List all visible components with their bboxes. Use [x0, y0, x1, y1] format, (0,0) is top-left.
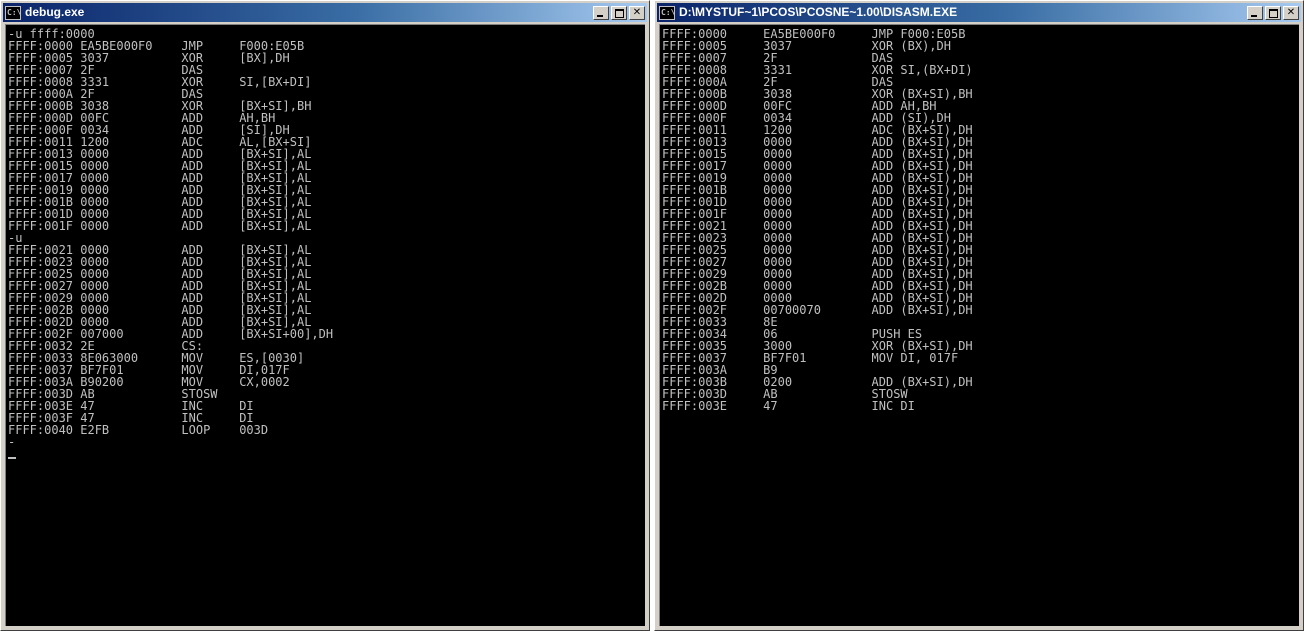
close-button[interactable]: ✕: [1283, 5, 1299, 20]
maximize-button[interactable]: [611, 5, 627, 20]
console-line: FFFF:0040 E2FB LOOP 003D: [8, 423, 269, 437]
minimize-button[interactable]: [593, 5, 609, 20]
console-line: FFFF:003E 47 INC DI: [662, 399, 915, 413]
disasm-window-titlebar[interactable]: C:\ D:\MYSTUF~1\PCOS\PCOSNE~1.00\DISASM.…: [657, 3, 1301, 22]
console-icon[interactable]: C:\: [5, 5, 21, 20]
console-line: -: [8, 435, 16, 449]
debug-window[interactable]: C:\ debug.exe ✕ -u ffff:0000 FFFF:0000 EA…: [0, 0, 650, 631]
close-button[interactable]: ✕: [629, 5, 645, 20]
console-cursor-line: [8, 448, 333, 460]
debug-console-lines: -u ffff:0000 FFFF:0000 EA5BE000F0 JMP F00…: [8, 28, 333, 460]
minimize-button[interactable]: [1247, 5, 1263, 20]
disasm-window-title: D:\MYSTUF~1\PCOS\PCOSNE~1.00\DISASM.EXE: [679, 5, 958, 19]
disasm-console-output[interactable]: FFFF:0000 EA5BE000F0 JMP F000:E05B FFFF:0…: [659, 24, 1299, 626]
console-icon[interactable]: C:\: [659, 5, 675, 20]
text-cursor: [8, 457, 16, 459]
debug-console-output[interactable]: -u ffff:0000 FFFF:0000 EA5BE000F0 JMP F00…: [5, 24, 645, 626]
maximize-button[interactable]: [1265, 5, 1281, 20]
disasm-window[interactable]: C:\ D:\MYSTUF~1\PCOS\PCOSNE~1.00\DISASM.…: [654, 0, 1304, 631]
disasm-console-lines: FFFF:0000 EA5BE000F0 JMP F000:E05B FFFF:0…: [662, 28, 973, 412]
console-line: FFFF:001F 0000 ADD [BX+SI],AL: [8, 219, 312, 233]
debug-window-titlebar[interactable]: C:\ debug.exe ✕: [3, 3, 647, 22]
debug-window-title: debug.exe: [25, 5, 85, 19]
